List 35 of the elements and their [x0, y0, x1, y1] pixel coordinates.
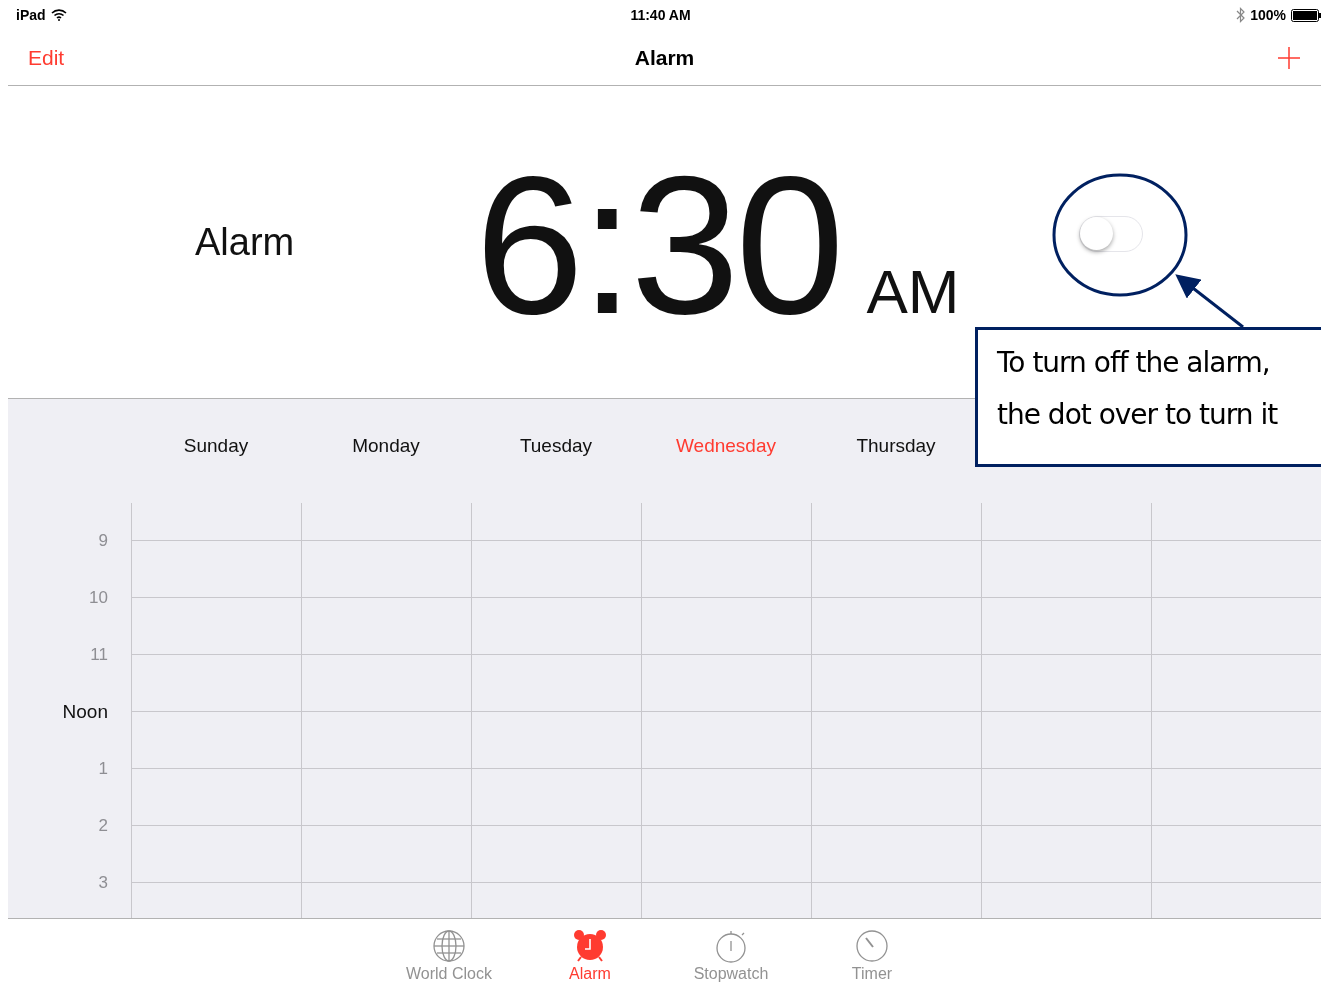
hour-label: 10 — [88, 587, 109, 608]
day-heading: Thursday — [855, 435, 937, 457]
day-heading: Tuesday — [518, 435, 594, 457]
tab-bar-item[interactable]: Alarm — [519, 919, 661, 989]
tab-bar-item[interactable]: World Clock — [378, 919, 520, 989]
hour-label: 2 — [97, 815, 109, 836]
hour-label: 1 — [97, 758, 109, 779]
hour-label: Noon — [61, 700, 109, 723]
hour-label: 9 — [97, 530, 109, 551]
callout-text: To turn off the alarm, — [997, 345, 1271, 381]
alarm-clock-icon — [573, 929, 607, 963]
add-icon[interactable] — [1277, 45, 1301, 70]
timer-icon — [855, 929, 889, 963]
day-heading: Wednesday — [675, 435, 777, 457]
bluetooth-icon — [1236, 7, 1246, 23]
day-heading: Sunday — [182, 435, 250, 457]
hour-label: 11 — [89, 644, 109, 665]
edit-button[interactable]: Edit — [28, 45, 65, 70]
hour-label: 3 — [97, 872, 109, 893]
callout-text: the dot over to turn it — [997, 397, 1279, 433]
battery-icon — [1291, 8, 1321, 22]
alarm-time: 6:30 — [475, 148, 841, 344]
alarm-toggle[interactable] — [1079, 216, 1144, 252]
tab-bar-item[interactable]: Timer — [801, 919, 943, 989]
wifi-icon — [50, 9, 67, 21]
battery-percent: 100% — [1250, 7, 1286, 23]
nav-title: Alarm — [634, 45, 695, 70]
globe-icon — [432, 929, 466, 963]
device-name: iPad — [16, 7, 46, 23]
tab-bar-item[interactable]: Stopwatch — [660, 919, 802, 989]
day-heading: Monday — [351, 435, 421, 457]
status-time: 11:40 AM — [630, 7, 691, 23]
alarm-label: Alarm — [195, 220, 296, 264]
alarm-period: AM — [866, 256, 960, 327]
stopwatch-icon — [714, 929, 748, 963]
